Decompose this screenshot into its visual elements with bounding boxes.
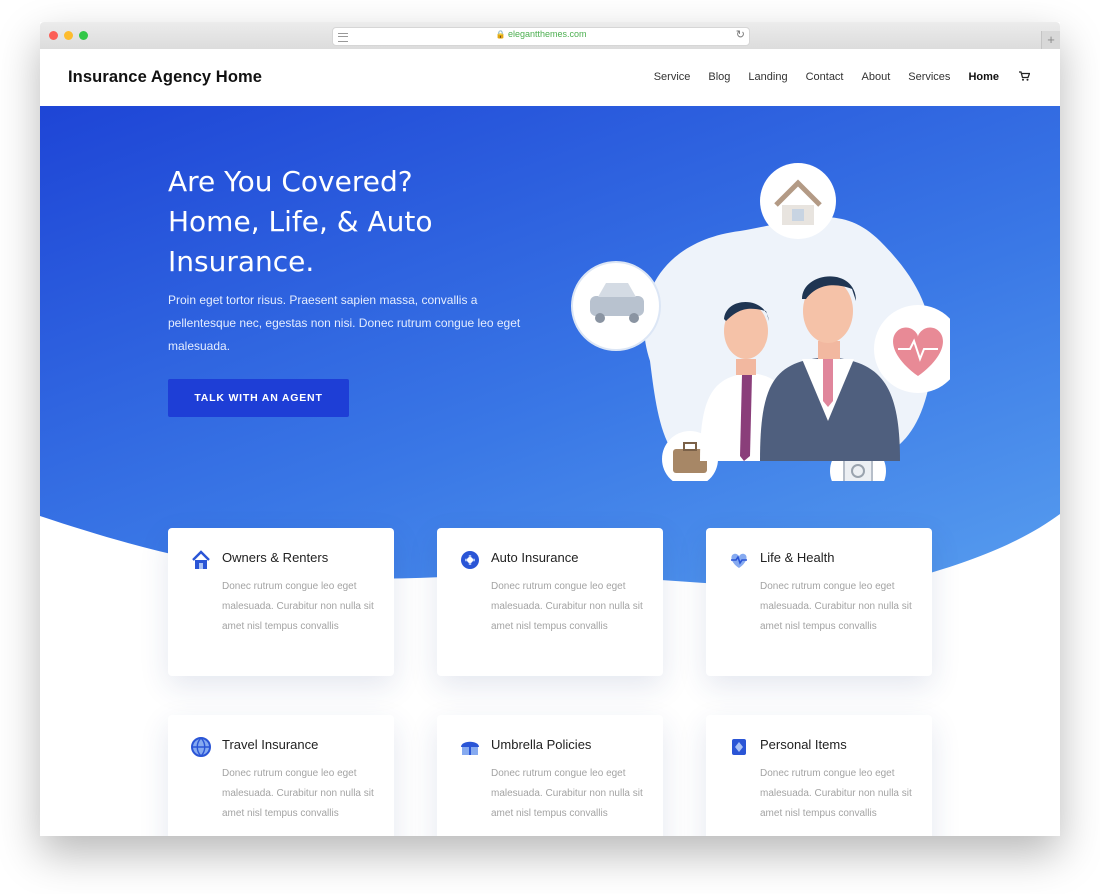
minimize-window-button[interactable] (64, 31, 73, 40)
hero-title: Are You Covered? Home, Life, & Auto Insu… (168, 162, 528, 282)
card-title: Owners & Renters (222, 550, 329, 565)
card-body: Donec rutrum congue leo eget malesuada. … (222, 581, 374, 632)
nav-landing[interactable]: Landing (748, 71, 787, 84)
card-umbrella-policies[interactable]: Umbrella Policies Donec rutrum congue le… (437, 715, 663, 836)
house-icon (192, 550, 210, 569)
hero-title-line3: Insurance. (168, 245, 315, 278)
heart-icon (731, 553, 747, 568)
card-title: Umbrella Policies (491, 737, 592, 752)
nav-contact[interactable]: Contact (806, 71, 844, 84)
card-title: Personal Items (760, 737, 847, 752)
card-owners-renters[interactable]: Owners & Renters Donec rutrum congue leo… (168, 528, 394, 676)
card-body: Donec rutrum congue leo eget malesuada. … (491, 581, 643, 632)
url-text: elegantthemes.com (507, 29, 587, 39)
maximize-window-button[interactable] (79, 31, 88, 40)
hero-description: Proin eget tortor risus. Praesent sapien… (168, 293, 521, 353)
new-tab-button[interactable]: + (1041, 31, 1060, 49)
site-header: Insurance Agency Home Service Blog Landi… (40, 49, 1060, 106)
browser-window: 🔒 elegantthemes.com ↻ + Insurance Agency… (40, 22, 1060, 836)
browser-chrome: 🔒 elegantthemes.com ↻ + (40, 22, 1060, 50)
card-body: Donec rutrum congue leo eget malesuada. … (760, 768, 912, 819)
site-logo[interactable]: Insurance Agency Home (68, 68, 262, 87)
card-title: Life & Health (760, 550, 835, 565)
house-circle-icon (760, 163, 836, 239)
lock-icon: 🔒 (495, 30, 506, 39)
car-circle-icon (571, 261, 661, 351)
nav-about[interactable]: About (862, 71, 891, 84)
auto-icon (461, 551, 479, 569)
reload-icon[interactable]: ↻ (736, 28, 745, 41)
card-body: Donec rutrum congue leo eget malesuada. … (222, 768, 374, 819)
card-personal-items[interactable]: Personal Items Donec rutrum congue leo e… (706, 715, 932, 836)
card-body: Donec rutrum congue leo eget malesuada. … (491, 768, 643, 819)
umbrella-icon (461, 741, 479, 755)
hero-illustration (571, 163, 950, 481)
close-window-button[interactable] (49, 31, 58, 40)
jewel-icon (732, 739, 746, 755)
nav-services[interactable]: Services (908, 71, 950, 84)
card-life-health[interactable]: Life & Health Donec rutrum congue leo eg… (706, 528, 932, 676)
cart-icon[interactable] (1019, 71, 1031, 84)
nav-blog[interactable]: Blog (708, 71, 730, 84)
card-auto-insurance[interactable]: Auto Insurance Donec rutrum congue leo e… (437, 528, 663, 676)
nav-home[interactable]: Home (968, 71, 999, 84)
hero-title-line2: Home, Life, & Auto (168, 205, 433, 238)
card-travel-insurance[interactable]: Travel Insurance Donec rutrum congue leo… (168, 715, 394, 836)
talk-with-agent-button[interactable]: TALK WITH AN AGENT (168, 379, 349, 417)
address-bar[interactable]: 🔒 elegantthemes.com ↻ (332, 27, 750, 46)
nav-service[interactable]: Service (654, 71, 691, 84)
card-title: Travel Insurance (222, 737, 319, 752)
main-nav: Service Blog Landing Contact About Servi… (636, 71, 1031, 84)
globe-icon (191, 737, 211, 757)
card-title: Auto Insurance (491, 550, 579, 565)
card-body: Donec rutrum congue leo eget malesuada. … (760, 581, 912, 632)
hero-title-line1: Are You Covered? (168, 165, 413, 198)
